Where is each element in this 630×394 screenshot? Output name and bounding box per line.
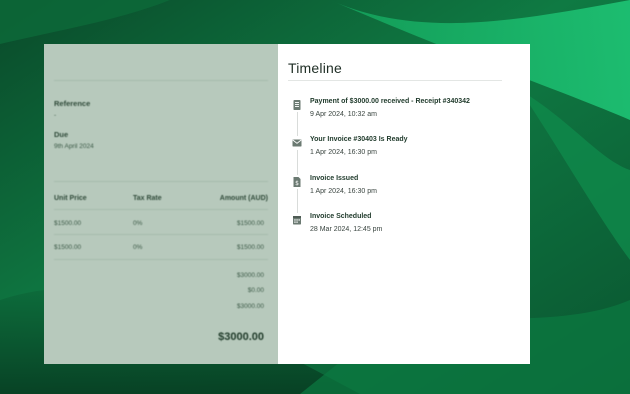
timeline-divider (288, 80, 502, 81)
row1-tax-rate: 0% (133, 220, 143, 227)
event-date: 1 Apr 2024, 16:30 pm (310, 149, 377, 156)
divider (54, 259, 268, 260)
event-title: Invoice Issued (310, 175, 359, 182)
event-date: 28 Mar 2024, 12:45 pm (310, 226, 383, 233)
timeline-event: Your Invoice #30403 Is Ready 1 Apr 2024,… (290, 136, 520, 166)
invoice-panel: Reference - Due 9th April 2024 Unit Pric… (44, 44, 278, 364)
invoice-card: Reference - Due 9th April 2024 Unit Pric… (44, 44, 530, 364)
svg-text:$: $ (295, 180, 299, 187)
event-title: Payment of $3000.00 received - Receipt #… (310, 98, 470, 105)
document-dollar-icon: $ (290, 175, 304, 189)
event-title: Your Invoice #30403 Is Ready (310, 136, 408, 143)
divider (54, 181, 268, 182)
event-title: Invoice Scheduled (310, 213, 372, 220)
row1-amount: $1500.00 (236, 220, 264, 227)
column-amount: Amount (AUD) (219, 195, 268, 202)
timeline-event: Payment of $3000.00 received - Receipt #… (290, 98, 520, 128)
row1-unit-price: $1500.00 (54, 220, 82, 227)
event-date: 1 Apr 2024, 16:30 pm (310, 188, 377, 195)
timeline-panel: Timeline Payment of $3000.00 received - … (278, 44, 530, 364)
envelope-icon (290, 136, 304, 150)
reference-label: Reference (54, 99, 91, 108)
row2-unit-price: $1500.00 (54, 244, 82, 251)
divider (54, 80, 268, 81)
row2-tax-rate: 0% (133, 244, 143, 251)
reference-value: - (54, 112, 57, 119)
timeline-event: $ Invoice Issued 1 Apr 2024, 16:30 pm (290, 175, 520, 205)
total-line-value: $3000.00 (236, 303, 264, 310)
tax-value: $0.00 (247, 287, 264, 294)
due-value: 9th April 2024 (54, 143, 94, 150)
divider (54, 209, 268, 210)
calendar-icon (290, 213, 304, 227)
receipt-icon (290, 98, 304, 112)
divider (54, 234, 268, 235)
event-date: 9 Apr 2024, 10:32 am (310, 111, 377, 118)
due-label: Due (54, 130, 69, 139)
timeline-event: Invoice Scheduled 28 Mar 2024, 12:45 pm (290, 213, 520, 243)
timeline-title: Timeline (288, 60, 342, 76)
column-unit-price: Unit Price (54, 195, 87, 202)
column-tax-rate: Tax Rate (133, 195, 162, 202)
grand-total: $3000.00 (218, 331, 264, 343)
subtotal-value: $3000.00 (236, 272, 264, 279)
row2-amount: $1500.00 (236, 244, 264, 251)
